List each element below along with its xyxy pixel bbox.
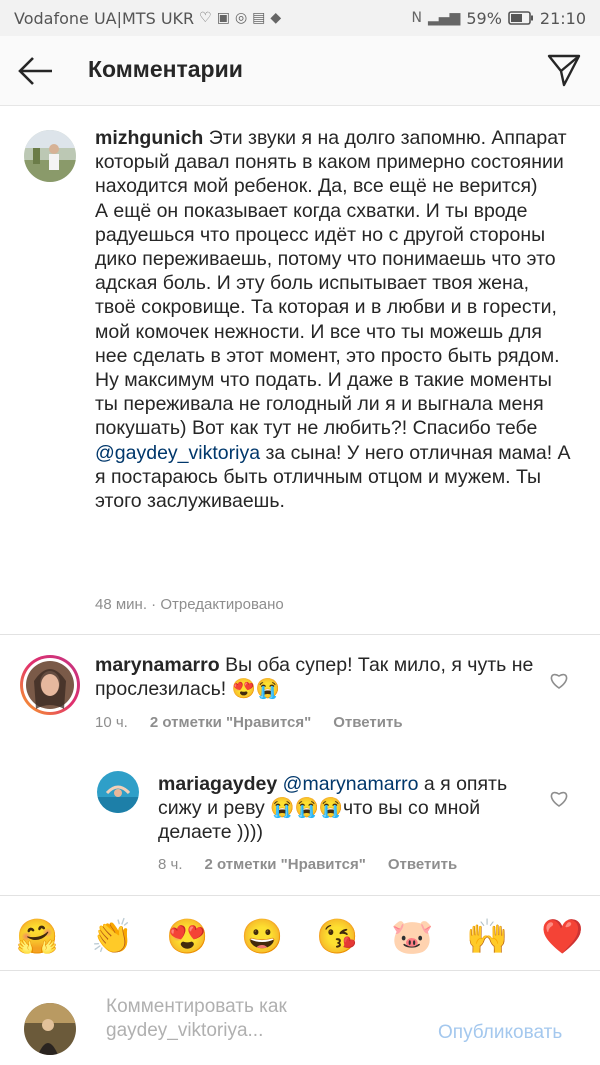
- comment-username[interactable]: mariagaydey: [158, 773, 277, 795]
- edited-label: · Отредактировано: [151, 596, 284, 613]
- back-arrow-icon[interactable]: [16, 54, 56, 88]
- comment-time: 48 мин.: [95, 596, 147, 613]
- emoji-clap-icon[interactable]: 👏: [91, 917, 133, 957]
- page-title: Комментарии: [88, 56, 243, 82]
- divider: [0, 895, 600, 896]
- status-bar: Vodafone UA|MTS UKR ♡ ▣ ◎ ▤ ◆ N ▂▄▆ 59% …: [0, 0, 600, 36]
- carrier-label: Vodafone UA|MTS UKR: [14, 8, 195, 28]
- emoji-quick-bar: 🤗 👏 😍 😀 😘 🐷 🙌 ❤️: [0, 905, 600, 969]
- like-heart-icon[interactable]: [549, 672, 569, 690]
- comment-item: marynamarro Вы оба супер! Так мило, я чу…: [0, 635, 600, 745]
- avatar[interactable]: [20, 655, 80, 715]
- now-live-icon: ▤: [252, 10, 266, 26]
- mention-link[interactable]: @marynamarro: [283, 773, 419, 795]
- avatar: [24, 1003, 76, 1055]
- shield-icon: ◆: [270, 10, 282, 26]
- reply-comment-item: mariagaydey @marynamarro а я опять сижу …: [0, 755, 600, 885]
- battery-icon: [508, 11, 533, 25]
- comment-text: mizhgunich Эти звуки я на долго запомню.…: [95, 126, 575, 513]
- nfc-icon: N: [411, 10, 423, 26]
- comment-meta: 8 ч. 2 отметки "Нравится" Ответить: [158, 856, 457, 873]
- comment-body: Эти звуки я на долго запомню. Аппарат ко…: [95, 127, 567, 440]
- emoji-heart-eyes-icon[interactable]: 😍: [166, 917, 208, 957]
- instagram-icon: ◎: [234, 10, 248, 26]
- divider: [0, 970, 600, 971]
- emoji-raised-hands-icon[interactable]: 🙌: [466, 917, 508, 957]
- heart-icon: ♡: [199, 10, 212, 26]
- comment-text: marynamarro Вы оба супер! Так мило, я чу…: [95, 653, 535, 701]
- comment-meta: 48 мин. · Отредактировано: [95, 596, 284, 613]
- emoji-kiss-icon[interactable]: 😘: [316, 917, 358, 957]
- likes-count-link[interactable]: 2 отметки "Нравится": [150, 714, 311, 731]
- comment-time: 10 ч.: [95, 714, 128, 731]
- comment-input[interactable]: Комментировать как gaydey_viktoriya...: [106, 995, 406, 1043]
- avatar[interactable]: [97, 771, 139, 813]
- battery-percent: 59%: [466, 8, 502, 28]
- caption-comment: mizhgunich Эти звуки я на долго запомню.…: [0, 106, 600, 634]
- comment-username[interactable]: marynamarro: [95, 654, 220, 676]
- like-heart-icon[interactable]: [549, 790, 569, 808]
- reply-button[interactable]: Ответить: [388, 856, 457, 873]
- comment-text: mariagaydey @marynamarro а я опять сижу …: [158, 772, 538, 845]
- app-bar: Комментарии: [0, 36, 600, 106]
- reply-button[interactable]: Ответить: [333, 714, 402, 731]
- emoji-red-heart-icon[interactable]: ❤️: [541, 917, 583, 957]
- comment-time: 8 ч.: [158, 856, 183, 873]
- avatar[interactable]: [24, 130, 76, 182]
- photo-icon: ▣: [216, 10, 230, 26]
- comment-composer: Комментировать как gaydey_viktoriya... О…: [0, 975, 600, 1065]
- clock: 21:10: [539, 8, 586, 28]
- mention-link[interactable]: @gaydey_viktoriya: [95, 442, 260, 464]
- emoji-pig-icon[interactable]: 🐷: [391, 917, 433, 957]
- emoji-hugging-icon[interactable]: 🤗: [16, 917, 58, 957]
- comment-meta: 10 ч. 2 отметки "Нравится" Ответить: [95, 714, 403, 731]
- emoji-grin-icon[interactable]: 😀: [241, 917, 283, 957]
- comment-username[interactable]: mizhgunich: [95, 127, 203, 149]
- publish-button[interactable]: Опубликовать: [438, 1022, 562, 1044]
- signal-icon: ▂▄▆: [428, 10, 461, 26]
- send-icon[interactable]: [546, 52, 582, 88]
- likes-count-link[interactable]: 2 отметки "Нравится": [205, 856, 366, 873]
